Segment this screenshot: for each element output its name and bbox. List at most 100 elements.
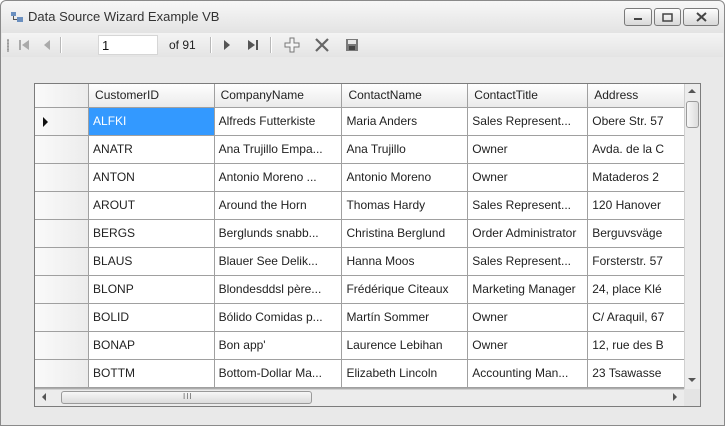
cell-contacttitle[interactable]: Sales Represent... (467, 107, 589, 136)
maximize-button[interactable] (654, 8, 681, 26)
cell-customerid[interactable]: BLAUS (88, 247, 215, 276)
cell-customerid[interactable]: BOLID (88, 303, 215, 332)
table-row[interactable]: BOTTM Bottom-Dollar Ma... Elizabeth Lincol… (35, 359, 700, 388)
row-header[interactable] (35, 303, 90, 332)
cell-contactname[interactable]: Frédérique Citeaux (341, 275, 469, 304)
row-header[interactable] (35, 163, 90, 192)
cell-contactname[interactable]: Maria Anders (341, 107, 469, 136)
column-header-contacttitle[interactable]: ContactTitle (467, 84, 589, 108)
cell-contacttitle[interactable]: Sales Represent... (467, 247, 589, 276)
cell-contacttitle[interactable]: Owner (467, 163, 589, 192)
title-bar[interactable]: Data Source Wizard Example VB (1, 1, 724, 33)
cell-companyname[interactable]: Blondesddsl père... (214, 275, 343, 304)
cell-address[interactable]: C/ Araquil, 67 (587, 303, 700, 332)
cell-contacttitle[interactable]: Sales Represent... (467, 191, 589, 220)
cell-address[interactable]: Avda. de la C (587, 135, 700, 164)
cell-customerid[interactable]: BONAP (88, 331, 215, 360)
cell-companyname[interactable]: Bottom-Dollar Ma... (214, 359, 343, 388)
cell-contactname[interactable]: Antonio Moreno (341, 163, 469, 192)
row-header[interactable] (35, 107, 90, 136)
cell-contacttitle[interactable]: Accounting Man... (467, 359, 589, 388)
move-last-button[interactable] (244, 36, 262, 54)
cell-address[interactable]: Mataderos 2 (587, 163, 700, 192)
cell-contacttitle[interactable]: Owner (467, 331, 589, 360)
cell-customerid[interactable]: AROUT (88, 191, 215, 220)
add-new-button[interactable] (283, 36, 301, 54)
cell-customerid[interactable]: ANTON (88, 163, 215, 192)
table-row[interactable]: BLONP Blondesddsl père... Frédérique Citea… (35, 275, 700, 304)
cell-customerid[interactable]: BLONP (88, 275, 215, 304)
cell-companyname[interactable]: Alfreds Futterkiste (214, 107, 343, 136)
cell-contactname[interactable]: Thomas Hardy (341, 191, 469, 220)
cell-address[interactable]: Obere Str. 57 (587, 107, 700, 136)
cell-contactname[interactable]: Ana Trujillo (341, 135, 469, 164)
row-header[interactable] (35, 275, 90, 304)
customers-grid[interactable]: CustomerID CompanyName ContactName Conta… (34, 83, 701, 407)
delete-button[interactable] (313, 36, 331, 54)
minimize-button[interactable] (624, 8, 652, 26)
row-header[interactable] (35, 331, 90, 360)
table-row[interactable]: BOLID Bólido Comidas p... Martín Sommer Own… (35, 303, 700, 332)
column-header-address[interactable]: Address (587, 84, 700, 108)
cell-contacttitle[interactable]: Owner (467, 135, 589, 164)
scroll-right-icon[interactable] (672, 393, 678, 401)
horizontal-scroll-thumb[interactable]: III (61, 391, 312, 404)
cell-customerid[interactable]: ANATR (88, 135, 215, 164)
grid-corner-header[interactable] (35, 84, 90, 108)
close-button[interactable] (683, 8, 719, 26)
binding-navigator: of 91 (2, 33, 723, 57)
column-header-companyname[interactable]: CompanyName (214, 84, 343, 108)
cell-companyname[interactable]: Antonio Moreno ... (214, 163, 343, 192)
row-header[interactable] (35, 191, 90, 220)
toolstrip-grip[interactable] (7, 39, 9, 52)
cell-contactname[interactable]: Hanna Moos (341, 247, 469, 276)
cell-contactname[interactable]: Elizabeth Lincoln (341, 359, 469, 388)
cell-companyname[interactable]: Ana Trujillo Empa... (214, 135, 343, 164)
save-button[interactable] (343, 36, 361, 54)
vertical-scroll-thumb[interactable] (686, 101, 699, 128)
cell-companyname[interactable]: Bólido Comidas p... (214, 303, 343, 332)
cell-contacttitle[interactable]: Owner (467, 303, 589, 332)
toolstrip-separator (60, 37, 61, 53)
cell-customerid[interactable]: ALFKI (88, 107, 215, 136)
row-header[interactable] (35, 219, 90, 248)
table-row[interactable]: AROUT Around the Horn Thomas Hardy Sales Re… (35, 191, 700, 220)
table-row[interactable]: BLAUS Blauer See Delik... Hanna Moos Sales … (35, 247, 700, 276)
cell-address[interactable]: Berguvsväge (587, 219, 700, 248)
table-row[interactable]: BERGS Berglunds snabb... Christina Berglun… (35, 219, 700, 248)
cell-address[interactable]: 23 Tsawasse (587, 359, 700, 388)
move-next-button[interactable] (218, 36, 236, 54)
cell-address[interactable]: Forsterstr. 57 (587, 247, 700, 276)
row-header[interactable] (35, 359, 90, 388)
column-header-customerid[interactable]: CustomerID (88, 84, 215, 108)
cell-contactname[interactable]: Martín Sommer (341, 303, 469, 332)
column-header-contactname[interactable]: ContactName (341, 84, 469, 108)
cell-customerid[interactable]: BERGS (88, 219, 215, 248)
cell-contacttitle[interactable]: Marketing Manager (467, 275, 589, 304)
cell-companyname[interactable]: Blauer See Delik... (214, 247, 343, 276)
cell-contacttitle[interactable]: Order Administrator (467, 219, 589, 248)
scroll-up-icon[interactable] (688, 88, 696, 94)
table-row[interactable]: ANTON Antonio Moreno ... Antonio Moreno Own… (35, 163, 700, 192)
table-row[interactable]: BONAP Bon app' Laurence Lebihan Owner 12, ru… (35, 331, 700, 360)
cell-companyname[interactable]: Berglunds snabb... (214, 219, 343, 248)
cell-companyname[interactable]: Bon app' (214, 331, 343, 360)
table-row[interactable]: ANATR Ana Trujillo Empa... Ana Trujillo Own… (35, 135, 700, 164)
scroll-down-icon[interactable] (688, 377, 696, 383)
move-first-button[interactable] (15, 36, 33, 54)
vertical-scrollbar[interactable] (684, 84, 700, 389)
scroll-left-icon[interactable] (41, 393, 47, 401)
row-header[interactable] (35, 135, 90, 164)
cell-address[interactable]: 24, place Klé (587, 275, 700, 304)
cell-companyname[interactable]: Around the Horn (214, 191, 343, 220)
cell-contactname[interactable]: Christina Berglund (341, 219, 469, 248)
cell-address[interactable]: 120 Hanover (587, 191, 700, 220)
move-previous-button[interactable] (38, 36, 56, 54)
cell-contactname[interactable]: Laurence Lebihan (341, 331, 469, 360)
table-row[interactable]: ALFKI Alfreds Futterkiste Maria Anders Sale… (35, 107, 700, 136)
position-input[interactable] (98, 35, 158, 55)
cell-customerid[interactable]: BOTTM (88, 359, 215, 388)
cell-address[interactable]: 12, rue des B (587, 331, 700, 360)
row-header[interactable] (35, 247, 90, 276)
scroll-thumb-grip: III (183, 392, 193, 401)
